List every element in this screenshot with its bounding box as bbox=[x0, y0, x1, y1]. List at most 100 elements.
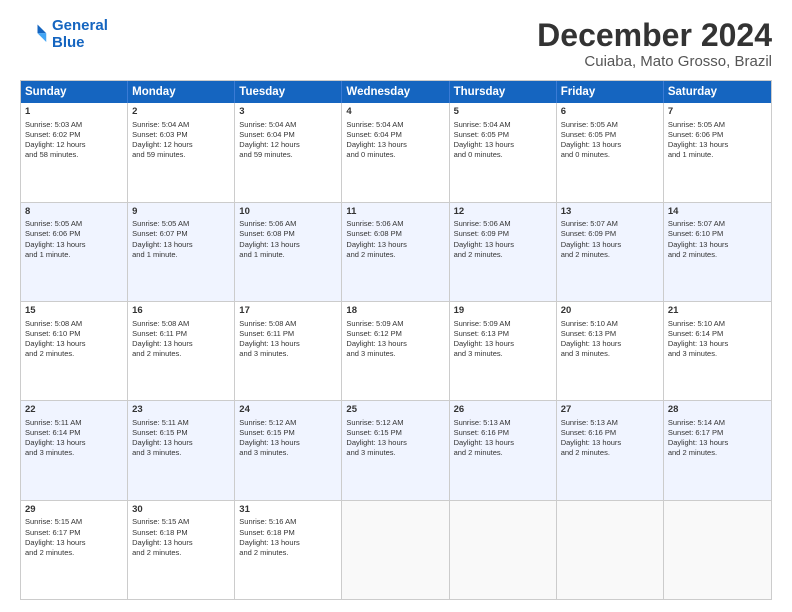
cell-line: Sunrise: 5:09 AM bbox=[346, 319, 444, 329]
calendar-title: December 2024 bbox=[537, 18, 772, 53]
cell-line: Daylight: 13 hours bbox=[132, 339, 230, 349]
day-number: 23 bbox=[132, 404, 230, 417]
calendar-cell-r1-c0: 8Sunrise: 5:05 AMSunset: 6:06 PMDaylight… bbox=[21, 203, 128, 301]
calendar-cell-r3-c6: 28Sunrise: 5:14 AMSunset: 6:17 PMDayligh… bbox=[664, 401, 771, 499]
day-number: 19 bbox=[454, 305, 552, 318]
cell-line: Daylight: 13 hours bbox=[25, 240, 123, 250]
cell-line: Daylight: 13 hours bbox=[25, 538, 123, 548]
day-number: 7 bbox=[668, 106, 767, 119]
cell-line: Sunset: 6:02 PM bbox=[25, 130, 123, 140]
day-number: 10 bbox=[239, 206, 337, 219]
cell-line: Sunrise: 5:04 AM bbox=[132, 120, 230, 130]
cell-line: and 58 minutes. bbox=[25, 150, 123, 160]
cell-line: and 1 minute. bbox=[132, 250, 230, 260]
calendar-cell-r0-c2: 3Sunrise: 5:04 AMSunset: 6:04 PMDaylight… bbox=[235, 103, 342, 201]
calendar-cell-r2-c0: 15Sunrise: 5:08 AMSunset: 6:10 PMDayligh… bbox=[21, 302, 128, 400]
cell-line: and 2 minutes. bbox=[346, 250, 444, 260]
header-day-friday: Friday bbox=[557, 81, 664, 103]
cell-line: and 0 minutes. bbox=[454, 150, 552, 160]
cell-line: Sunset: 6:04 PM bbox=[239, 130, 337, 140]
cell-line: Sunrise: 5:15 AM bbox=[132, 517, 230, 527]
calendar-cell-r1-c4: 12Sunrise: 5:06 AMSunset: 6:09 PMDayligh… bbox=[450, 203, 557, 301]
cell-line: Sunset: 6:18 PM bbox=[132, 528, 230, 538]
day-number: 17 bbox=[239, 305, 337, 318]
cell-line: Sunrise: 5:12 AM bbox=[239, 418, 337, 428]
logo-line2: Blue bbox=[52, 34, 85, 51]
cell-line: Sunrise: 5:11 AM bbox=[132, 418, 230, 428]
header-day-monday: Monday bbox=[128, 81, 235, 103]
day-number: 24 bbox=[239, 404, 337, 417]
header-day-thursday: Thursday bbox=[450, 81, 557, 103]
cell-line: and 3 minutes. bbox=[346, 448, 444, 458]
cell-line: Sunset: 6:03 PM bbox=[132, 130, 230, 140]
calendar-cell-r4-c0: 29Sunrise: 5:15 AMSunset: 6:17 PMDayligh… bbox=[21, 501, 128, 599]
cell-line: Sunset: 6:09 PM bbox=[561, 229, 659, 239]
day-number: 21 bbox=[668, 305, 767, 318]
cell-line: Daylight: 13 hours bbox=[346, 339, 444, 349]
cell-line: Sunrise: 5:05 AM bbox=[25, 219, 123, 229]
cell-line: Daylight: 12 hours bbox=[239, 140, 337, 150]
cell-line: Sunset: 6:18 PM bbox=[239, 528, 337, 538]
calendar-cell-r3-c0: 22Sunrise: 5:11 AMSunset: 6:14 PMDayligh… bbox=[21, 401, 128, 499]
logo-text: General Blue bbox=[52, 18, 108, 51]
cell-line: Sunrise: 5:07 AM bbox=[668, 219, 767, 229]
cell-line: Sunset: 6:12 PM bbox=[346, 329, 444, 339]
cell-line: Sunset: 6:13 PM bbox=[454, 329, 552, 339]
header-day-tuesday: Tuesday bbox=[235, 81, 342, 103]
cell-line: Daylight: 13 hours bbox=[561, 339, 659, 349]
cell-line: and 3 minutes. bbox=[668, 349, 767, 359]
cell-line: Daylight: 12 hours bbox=[132, 140, 230, 150]
calendar-cell-r1-c5: 13Sunrise: 5:07 AMSunset: 6:09 PMDayligh… bbox=[557, 203, 664, 301]
calendar-cell-r2-c2: 17Sunrise: 5:08 AMSunset: 6:11 PMDayligh… bbox=[235, 302, 342, 400]
calendar-row-2: 15Sunrise: 5:08 AMSunset: 6:10 PMDayligh… bbox=[21, 302, 771, 401]
day-number: 9 bbox=[132, 206, 230, 219]
cell-line: Sunrise: 5:09 AM bbox=[454, 319, 552, 329]
cell-line: Sunset: 6:05 PM bbox=[454, 130, 552, 140]
cell-line: Daylight: 13 hours bbox=[668, 339, 767, 349]
calendar-cell-r4-c2: 31Sunrise: 5:16 AMSunset: 6:18 PMDayligh… bbox=[235, 501, 342, 599]
cell-line: Daylight: 13 hours bbox=[668, 240, 767, 250]
cell-line: Sunset: 6:07 PM bbox=[132, 229, 230, 239]
cell-line: and 3 minutes. bbox=[25, 448, 123, 458]
cell-line: Daylight: 13 hours bbox=[454, 140, 552, 150]
day-number: 29 bbox=[25, 504, 123, 517]
calendar-cell-r1-c3: 11Sunrise: 5:06 AMSunset: 6:08 PMDayligh… bbox=[342, 203, 449, 301]
cell-line: Daylight: 13 hours bbox=[454, 438, 552, 448]
day-number: 4 bbox=[346, 106, 444, 119]
cell-line: Sunset: 6:15 PM bbox=[132, 428, 230, 438]
cell-line: Sunrise: 5:10 AM bbox=[668, 319, 767, 329]
calendar-cell-r1-c1: 9Sunrise: 5:05 AMSunset: 6:07 PMDaylight… bbox=[128, 203, 235, 301]
cell-line: Daylight: 13 hours bbox=[132, 538, 230, 548]
cell-line: and 3 minutes. bbox=[132, 448, 230, 458]
cell-line: Daylight: 13 hours bbox=[25, 438, 123, 448]
cell-line: and 3 minutes. bbox=[239, 349, 337, 359]
day-number: 12 bbox=[454, 206, 552, 219]
day-number: 13 bbox=[561, 206, 659, 219]
day-number: 25 bbox=[346, 404, 444, 417]
header-day-sunday: Sunday bbox=[21, 81, 128, 103]
day-number: 1 bbox=[25, 106, 123, 119]
cell-line: Sunset: 6:09 PM bbox=[454, 229, 552, 239]
cell-line: Sunrise: 5:06 AM bbox=[454, 219, 552, 229]
cell-line: and 3 minutes. bbox=[454, 349, 552, 359]
cell-line: Sunrise: 5:13 AM bbox=[561, 418, 659, 428]
calendar-cell-r0-c0: 1Sunrise: 5:03 AMSunset: 6:02 PMDaylight… bbox=[21, 103, 128, 201]
cell-line: Sunrise: 5:04 AM bbox=[346, 120, 444, 130]
day-number: 2 bbox=[132, 106, 230, 119]
calendar-row-0: 1Sunrise: 5:03 AMSunset: 6:02 PM Daylight… bbox=[21, 103, 771, 202]
cell-line: Sunset: 6:14 PM bbox=[25, 428, 123, 438]
cell-line: Daylight: 13 hours bbox=[239, 438, 337, 448]
cell-line: Sunrise: 5:10 AM bbox=[561, 319, 659, 329]
cell-line: and 2 minutes. bbox=[25, 349, 123, 359]
calendar: SundayMondayTuesdayWednesdayThursdayFrid… bbox=[20, 80, 772, 600]
cell-line: and 0 minutes. bbox=[561, 150, 659, 160]
cell-line: Sunset: 6:08 PM bbox=[346, 229, 444, 239]
cell-line: Sunrise: 5:08 AM bbox=[239, 319, 337, 329]
calendar-cell-r4-c3 bbox=[342, 501, 449, 599]
cell-line: Sunset: 6:17 PM bbox=[25, 528, 123, 538]
cell-line: Sunrise: 5:03 AM bbox=[25, 120, 123, 130]
cell-line: and 1 minute. bbox=[25, 250, 123, 260]
cell-line: Sunrise: 5:13 AM bbox=[454, 418, 552, 428]
cell-line: and 3 minutes. bbox=[239, 448, 337, 458]
cell-line: and 1 minute. bbox=[668, 150, 767, 160]
